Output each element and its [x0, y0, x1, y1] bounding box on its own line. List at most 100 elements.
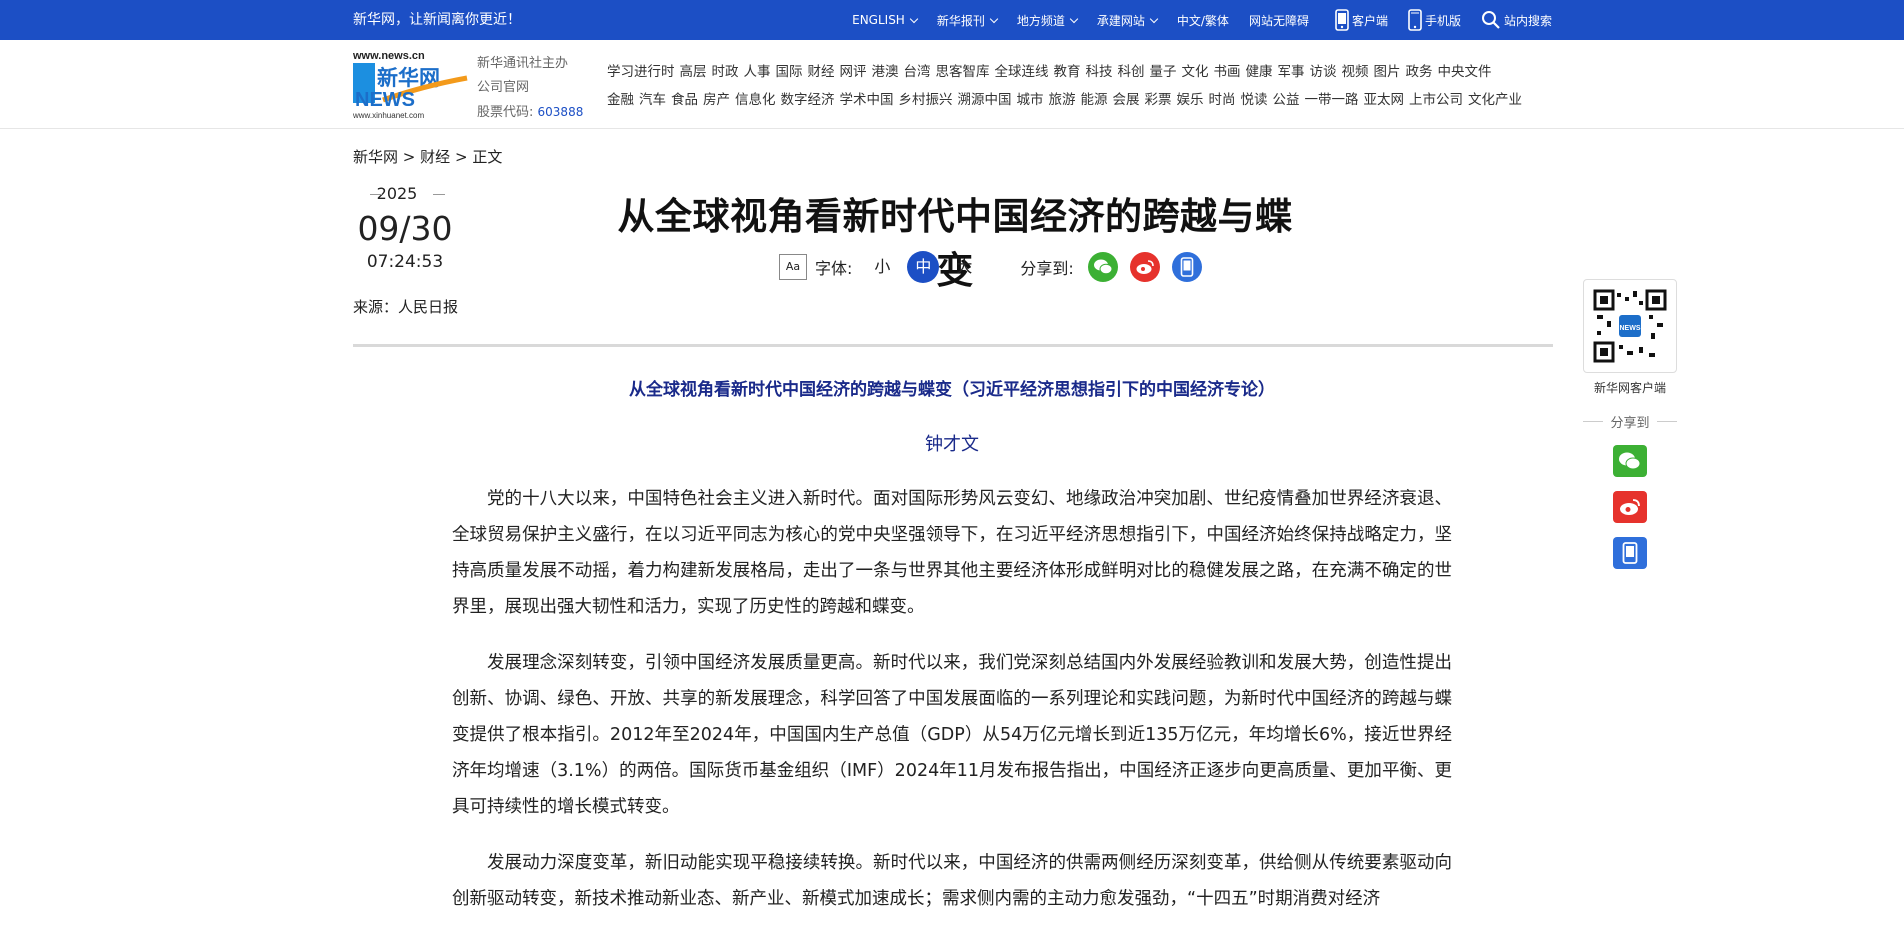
category-link[interactable]: 时尚: [1209, 86, 1236, 114]
category-link[interactable]: 军事: [1278, 58, 1305, 86]
share-wechat-button[interactable]: [1087, 252, 1118, 282]
share-weibo-button[interactable]: [1129, 252, 1160, 282]
category-link[interactable]: 金融: [607, 86, 634, 114]
category-link[interactable]: 书画: [1214, 58, 1241, 86]
stock-label: 股票代码:: [477, 105, 534, 120]
category-row-2: 金融 汽车 食品 房产 信息化 数字经济 学术中国 乡村振兴 溯源中国 城市 旅游 能源 会展 彩票 娱乐时…: [607, 86, 1555, 114]
search-icon: [1481, 11, 1500, 29]
category-link[interactable]: 悦读: [1241, 86, 1268, 114]
category-row-1: 学习进行时 高层 时政 人事 国际 财经 网评 港澳 台湾 思客智库 全球连线 教育 科技 科创 量子 文化书…: [607, 58, 1555, 86]
category-link[interactable]: 能源: [1081, 86, 1108, 114]
nav-newspapers-label: 新华报刊: [936, 13, 985, 28]
share-mobile-button[interactable]: [1171, 252, 1202, 282]
article-paragraph: 党的十八大以来，中国特色社会主义进入新时代。面对国际形势风云变幻、地缘政治冲突加…: [452, 489, 1452, 617]
weibo-icon: [1136, 260, 1154, 274]
nav-mobile[interactable]: 手机版: [1408, 9, 1461, 31]
category-link[interactable]: 上市公司: [1409, 86, 1463, 114]
category-link[interactable]: 时政: [712, 58, 739, 86]
publish-date: 2025 09/30 07:24:53: [353, 184, 461, 272]
category-link[interactable]: 科创: [1118, 58, 1145, 86]
font-small-button[interactable]: 小: [866, 251, 898, 283]
category-link[interactable]: 亚太网: [1364, 86, 1405, 114]
nav-local-label: 地方频道: [1016, 13, 1065, 28]
chevron-down-icon: [909, 14, 919, 23]
nav-built-sites[interactable]: 承建网站: [1097, 12, 1159, 29]
mobile-icon: [1408, 9, 1422, 31]
nav-local-channels[interactable]: 地方频道: [1016, 12, 1079, 29]
breadcrumb-home[interactable]: 新华网: [353, 148, 398, 166]
publish-year: 2025: [353, 184, 445, 203]
article-tools: Aa 字体: 小 中 大 分享到:: [779, 251, 1202, 283]
category-link[interactable]: 房产: [703, 86, 730, 114]
category-link[interactable]: 学习进行时: [607, 58, 675, 86]
font-large-button[interactable]: 大: [948, 251, 980, 283]
qr-badge: NEWS: [1620, 325, 1641, 332]
category-link[interactable]: 溯源中国: [958, 86, 1012, 114]
category-link[interactable]: 台湾: [904, 58, 931, 86]
category-link[interactable]: 教育: [1054, 58, 1081, 86]
mobile-icon: [1622, 542, 1638, 564]
site-search[interactable]: 站内搜索: [1481, 10, 1552, 30]
category-link[interactable]: 人事: [744, 58, 771, 86]
right-share-sidebar: NEWS 新华网客户端 分享到: [1583, 279, 1677, 569]
category-link[interactable]: 视频: [1342, 58, 1369, 86]
category-link[interactable]: 港澳: [872, 58, 899, 86]
publisher-line2: 公司官网: [477, 80, 530, 95]
chevron-down-icon: [1069, 14, 1079, 23]
nav-english-label: ENGLISH: [852, 13, 905, 27]
category-link[interactable]: 汽车: [639, 86, 666, 114]
category-link[interactable]: 科技: [1086, 58, 1113, 86]
category-link[interactable]: 思客智库: [936, 58, 990, 86]
category-link[interactable]: 政务: [1406, 58, 1433, 86]
nav-accessibility[interactable]: 网站无障碍: [1249, 12, 1309, 29]
category-link[interactable]: 会展: [1113, 86, 1140, 114]
weibo-icon: [1620, 499, 1640, 515]
category-link[interactable]: 高层: [680, 58, 707, 86]
category-link[interactable]: 健康: [1246, 58, 1273, 86]
category-link[interactable]: 图片: [1374, 58, 1401, 86]
category-link[interactable]: 财经: [808, 58, 835, 86]
sidebar-share-mobile-button[interactable]: [1613, 537, 1647, 569]
nav-traditional-chinese[interactable]: 中文/繁体: [1177, 12, 1229, 29]
category-link[interactable]: 信息化: [735, 86, 776, 114]
category-link[interactable]: 乡村振兴: [899, 86, 953, 114]
font-medium-button[interactable]: 中: [907, 251, 940, 283]
nav-newspapers[interactable]: 新华报刊: [936, 12, 999, 29]
category-link[interactable]: 文化: [1182, 58, 1209, 86]
category-nav: 学习进行时 高层 时政 人事 国际 财经 网评 港澳 台湾 思客智库 全球连线 教育 科技 科创 量子 文化书…: [607, 58, 1555, 114]
category-link[interactable]: 城市: [1017, 86, 1044, 114]
nav-english[interactable]: ENGLISH: [852, 13, 919, 27]
category-link[interactable]: 网评: [840, 58, 867, 86]
category-link[interactable]: 全球连线: [995, 58, 1049, 86]
category-link[interactable]: 数字经济: [781, 86, 835, 114]
stock-code[interactable]: 603888: [538, 105, 584, 119]
category-link[interactable]: 彩票: [1145, 86, 1172, 114]
wechat-icon: [1619, 452, 1641, 470]
nav-client[interactable]: 客户端: [1335, 9, 1388, 31]
category-link[interactable]: 国际: [776, 58, 803, 86]
sidebar-share-weibo-button[interactable]: [1613, 491, 1647, 523]
category-link[interactable]: 一带一路: [1305, 86, 1359, 114]
publish-time: 07:24:53: [366, 252, 444, 272]
category-link[interactable]: 娱乐: [1177, 86, 1204, 114]
category-link[interactable]: 文化产业: [1468, 86, 1522, 114]
category-link[interactable]: 量子: [1150, 58, 1177, 86]
phone-app-icon: [1335, 9, 1349, 31]
category-link[interactable]: 公益: [1273, 86, 1300, 114]
breadcrumb-section[interactable]: 财经: [420, 148, 450, 166]
category-link[interactable]: 学术中国: [840, 86, 894, 114]
category-link[interactable]: 旅游: [1049, 86, 1076, 114]
logo-bottom-url: www.xinhuanet.com: [353, 111, 424, 120]
share-label: 分享到:: [1020, 259, 1074, 278]
breadcrumb: 新华网 > 财经 > 正文: [353, 146, 502, 167]
publisher-line: 新华通讯社主办: [477, 56, 569, 71]
title-divider: [353, 344, 1553, 347]
category-link[interactable]: 食品: [671, 86, 698, 114]
nav-client-label: 客户端: [1351, 13, 1388, 28]
category-link[interactable]: 中央文件: [1438, 58, 1492, 86]
xinhua-logo[interactable]: www.news.cn 新华网 NEWS www.xinhuanet.com: [352, 48, 471, 122]
sidebar-share-wechat-button[interactable]: [1613, 445, 1647, 477]
site-slogan: 新华网，让新闻离你更近！: [353, 12, 521, 28]
article-author: 钟才文: [925, 434, 979, 455]
category-link[interactable]: 访谈: [1310, 58, 1337, 86]
